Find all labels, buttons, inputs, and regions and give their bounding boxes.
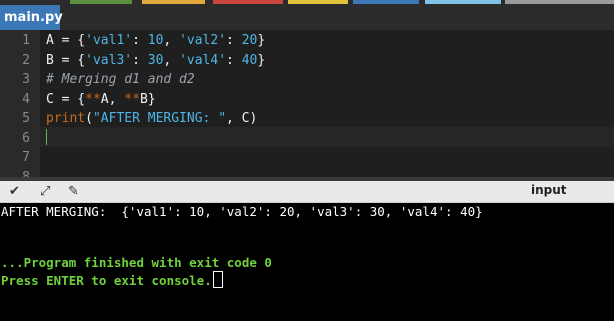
tab-bar: main.py [0, 0, 614, 30]
code-token: , [163, 33, 180, 48]
code-token: 'val1' [85, 33, 133, 48]
code-line: print("AFTER MERGING: ", C) [46, 109, 257, 129]
code-token: C = { [46, 91, 86, 107]
exit-code-line: ...Program finished with exit code 0 [1, 255, 272, 270]
tab-color-strip [353, 0, 419, 4]
press-enter-line: Press ENTER to exit console. [1, 271, 223, 290]
press-enter-text: Press ENTER to exit console. [1, 273, 212, 288]
current-line-highlight [40, 127, 614, 147]
tab-color-strip [70, 0, 132, 4]
code-token: , C) [226, 111, 258, 126]
line-number: 5 [22, 111, 30, 126]
tab-color-strip [142, 0, 205, 4]
line-number: 2 [22, 52, 30, 68]
code-token: 40 [241, 52, 258, 68]
code-token: 10 [147, 33, 164, 48]
code-token: 'val3' [85, 52, 133, 68]
code-token: A, [100, 91, 125, 107]
tab-color-strip [505, 0, 614, 4]
code-token: B = { [46, 52, 86, 68]
tab-color-strip [213, 0, 283, 4]
code-token: "AFTER MERGING: " [92, 111, 227, 126]
code-token: } [257, 33, 266, 48]
code-token: A = { [46, 33, 86, 48]
console-output[interactable]: AFTER MERGING: {'val1': 10, 'val2': 20, … [0, 203, 614, 321]
expand-icon[interactable]: ⤢ [40, 184, 50, 199]
tab-main-py[interactable]: main.py [0, 5, 63, 30]
code-line: B = {'val3': 30, 'val4': 40} [46, 51, 265, 71]
code-line: A = {'val1': 10, 'val2': 20} [46, 31, 265, 51]
input-label[interactable]: input [531, 183, 567, 197]
chevron-down-icon[interactable]: ✔ [9, 184, 20, 199]
line-number: 4 [22, 91, 30, 107]
line-number: 3 [22, 72, 30, 87]
code-token: : [226, 33, 242, 48]
tab-color-strip [288, 0, 348, 4]
code-token: 20 [241, 33, 258, 48]
line-number: 7 [22, 150, 30, 165]
line-number: 6 [22, 130, 30, 146]
code-token: } [257, 52, 266, 68]
line-number: 1 [22, 33, 30, 48]
code-token: print [46, 111, 86, 126]
code-token: , [163, 52, 180, 68]
code-token: B} [139, 91, 156, 107]
console-output-line: AFTER MERGING: {'val1': 10, 'val2': 20, … [1, 204, 483, 219]
code-editor[interactable]: 1 A = {'val1': 10, 'val2': 20} 2 B = {'val3… [0, 30, 614, 185]
tab-color-strip [425, 0, 501, 4]
code-token: : [226, 52, 242, 68]
code-token: 30 [147, 52, 164, 68]
code-token: 'val4' [179, 52, 227, 68]
code-token: 'val2' [179, 33, 227, 48]
code-line: C = {**A, **B} [46, 90, 156, 110]
console-cursor [212, 271, 223, 288]
code-token: ** [85, 91, 101, 107]
clear-console-icon[interactable]: ✎ [68, 184, 79, 199]
code-token: : [132, 33, 148, 48]
code-token: # Merging d1 and d2 [46, 72, 195, 87]
code-token: ( [85, 111, 93, 126]
console-toolbar: ✔ ⤢ ✎ input [0, 181, 614, 203]
code-token: ** [124, 91, 140, 107]
code-line: # Merging d1 and d2 [46, 70, 195, 90]
text-caret [46, 129, 47, 145]
code-token: : [132, 52, 148, 68]
